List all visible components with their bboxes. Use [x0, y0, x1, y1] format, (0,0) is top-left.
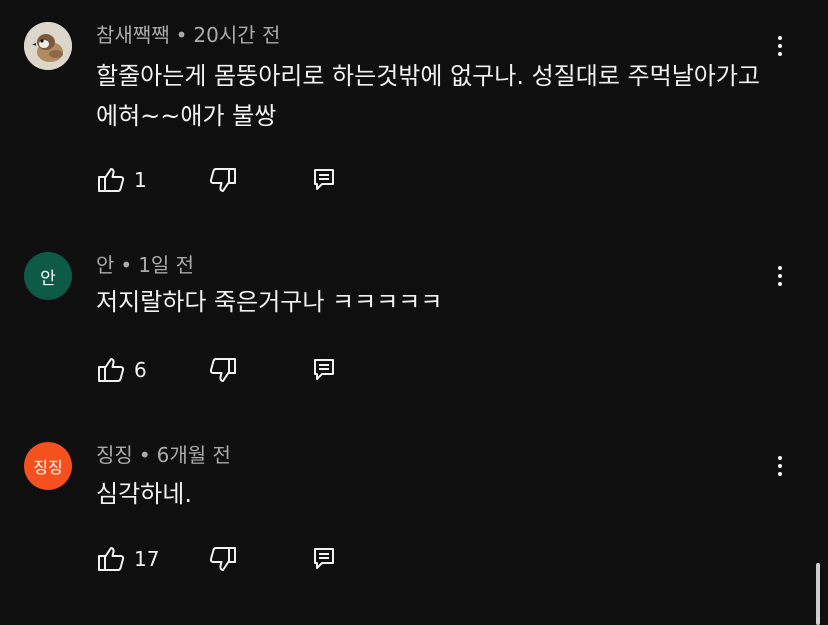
more-vert-icon	[778, 456, 782, 460]
more-options-button[interactable]	[768, 450, 792, 482]
comment-text: 심각하네.	[96, 480, 192, 508]
reply-comment-icon	[314, 548, 334, 569]
more-vert-icon-dot	[778, 52, 782, 56]
comment-actions: 6	[96, 355, 396, 385]
meta-separator: •	[175, 23, 188, 47]
comment-meta: 징징 • 6개월 전	[96, 443, 231, 467]
thumbs-down-icon	[209, 168, 236, 192]
dislike-button[interactable]	[208, 544, 238, 574]
sparrow-photo-icon	[24, 22, 72, 70]
dislike-button[interactable]	[208, 355, 238, 385]
comment-text: 저지랄하다 죽은거구나 ㅋㅋㅋㅋㅋ	[96, 288, 443, 316]
like-button[interactable]: 6	[96, 355, 147, 385]
like-count: 6	[134, 358, 147, 382]
like-button[interactable]: 17	[96, 544, 159, 574]
comment-time[interactable]: 20시간 전	[193, 23, 280, 47]
avatar[interactable]	[24, 22, 72, 70]
comment-time[interactable]: 1일 전	[138, 253, 194, 277]
more-vert-icon-dot	[778, 274, 782, 278]
thumbs-down-icon	[209, 547, 236, 571]
avatar-initials: 안	[40, 268, 56, 289]
more-options-button[interactable]	[768, 260, 792, 292]
like-count: 17	[134, 547, 160, 571]
scrollbar-thumb[interactable]	[816, 563, 820, 625]
comment-author[interactable]: 안	[96, 253, 114, 277]
more-vert-icon-dot	[778, 282, 782, 286]
avatar-initials: 징징	[33, 458, 63, 477]
more-vert-icon	[778, 266, 782, 270]
reply-comment-icon	[314, 169, 334, 190]
like-count: 1	[134, 168, 147, 192]
more-options-button[interactable]	[768, 30, 792, 62]
reply-button[interactable]	[312, 355, 338, 385]
comment-meta: 안 • 1일 전	[96, 253, 194, 277]
reply-button[interactable]	[312, 165, 338, 195]
more-vert-icon-dot	[778, 472, 782, 476]
comment-time[interactable]: 6개월 전	[157, 443, 231, 467]
comments-section: 참새짹짹 • 20시간 전 할줄아는게 몸뚱아리로 하는것밖에 없구나. 성질대로 …	[0, 0, 828, 625]
thumbs-up-icon	[98, 358, 125, 382]
reply-comment-icon	[314, 359, 334, 380]
comment-actions: 17	[96, 544, 396, 574]
comment-author[interactable]: 참새짹짹	[96, 23, 170, 47]
comment-meta: 참새짹짹 • 20시간 전	[96, 23, 280, 47]
avatar[interactable]: 징징	[24, 442, 72, 490]
thumbs-down-icon	[209, 358, 236, 382]
thumbs-up-icon	[98, 168, 125, 192]
comment-actions: 1	[96, 165, 396, 195]
meta-separator: •	[138, 443, 151, 467]
reply-button[interactable]	[312, 544, 338, 574]
meta-separator: •	[120, 253, 133, 277]
dislike-button[interactable]	[208, 165, 238, 195]
more-vert-icon-dot	[778, 44, 782, 48]
avatar[interactable]: 안	[24, 252, 72, 300]
more-vert-icon-dot	[778, 464, 782, 468]
like-button[interactable]: 1	[96, 165, 147, 195]
thumbs-up-icon	[98, 547, 125, 571]
more-vert-icon	[778, 36, 782, 40]
comment-author[interactable]: 징징	[96, 443, 133, 467]
comment-text: 할줄아는게 몸뚱아리로 하는것밖에 없구나. 성질대로 주먹날아가고 에혀~~애…	[96, 62, 761, 130]
